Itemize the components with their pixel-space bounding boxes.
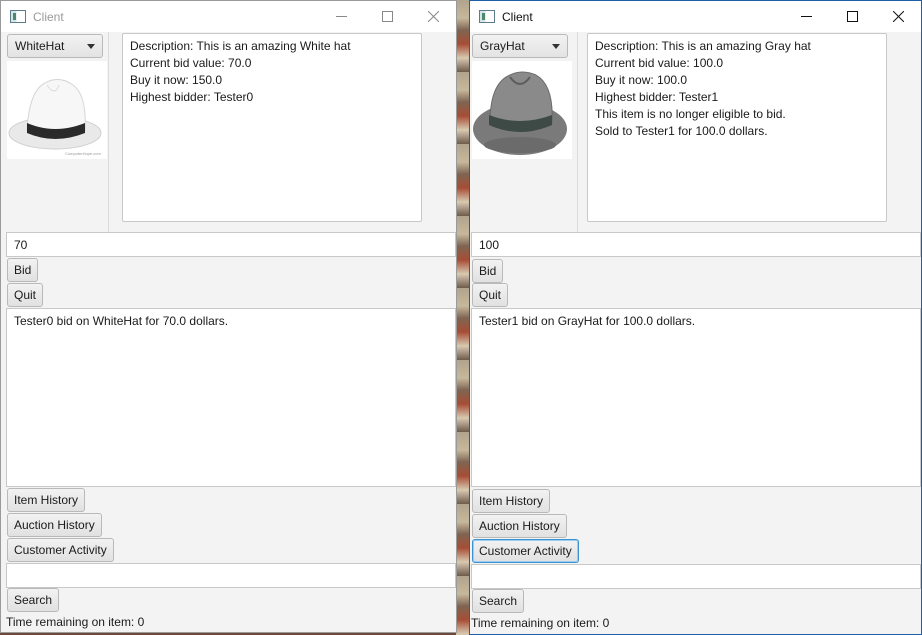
description-line: Description: This is an amazing White ha… <box>130 39 351 53</box>
close-icon <box>427 11 439 22</box>
description-area[interactable]: Description: This is an amazing Gray hat… <box>587 33 887 222</box>
window-title: Client <box>33 9 64 24</box>
customer-activity-button[interactable]: Customer Activity <box>472 539 579 563</box>
minimize-icon <box>800 16 812 17</box>
desktop-background <box>456 0 470 635</box>
maximize-icon <box>381 11 393 22</box>
bid-button[interactable]: Bid <box>7 258 39 282</box>
sold-line: Sold to Tester1 for 100.0 dollars. <box>595 124 768 138</box>
highest-bidder-line: Highest bidder: Tester0 <box>130 90 254 104</box>
description-area[interactable]: Description: This is an amazing White ha… <box>122 33 422 222</box>
maximize-button[interactable] <box>364 1 410 32</box>
description-line: Description: This is an amazing Gray hat <box>595 39 811 53</box>
search-input[interactable] <box>471 564 921 589</box>
item-select-value: WhiteHat <box>15 39 65 53</box>
minimize-icon <box>335 16 347 17</box>
chevron-down-icon <box>552 44 560 49</box>
client-window-left: Client WhiteHat ComputerHope.com Descrip… <box>0 0 457 633</box>
item-select-value: GrayHat <box>480 39 525 53</box>
white-hat-image: ComputerHope.com <box>7 61 107 159</box>
client-window-right: Client GrayHat Description: This is an a… <box>469 0 922 635</box>
search-button[interactable]: Search <box>472 589 525 613</box>
quit-button[interactable]: Quit <box>472 283 509 307</box>
title-bar[interactable]: Client <box>1 1 456 32</box>
eligibility-line: This item is no longer eligible to bid. <box>595 107 786 121</box>
buy-now-line: Buy it now: 100.0 <box>595 73 688 87</box>
minimize-button[interactable] <box>783 1 829 32</box>
auction-history-button[interactable]: Auction History <box>7 513 102 537</box>
time-remaining-label: Time remaining on item: 0 <box>471 616 610 630</box>
quit-button[interactable]: Quit <box>7 283 44 307</box>
bid-amount-input[interactable]: 100 <box>471 232 921 257</box>
gray-hat-image <box>472 61 572 159</box>
auction-history-button[interactable]: Auction History <box>472 514 567 538</box>
close-icon <box>892 11 904 22</box>
close-button[interactable] <box>875 1 921 32</box>
bid-log-area[interactable]: Tester0 bid on WhiteHat for 70.0 dollars… <box>6 308 456 487</box>
search-button[interactable]: Search <box>7 588 60 612</box>
chevron-down-icon <box>87 44 95 49</box>
customer-activity-button[interactable]: Customer Activity <box>7 538 114 562</box>
bid-amount-input[interactable]: 70 <box>6 232 456 257</box>
svg-text:ComputerHope.com: ComputerHope.com <box>65 151 101 156</box>
bid-button[interactable]: Bid <box>472 259 504 283</box>
bid-log-area[interactable]: Tester1 bid on GrayHat for 100.0 dollars… <box>471 308 921 487</box>
item-select[interactable]: GrayHat <box>472 34 568 58</box>
highest-bidder-line: Highest bidder: Tester1 <box>595 90 719 104</box>
item-history-button[interactable]: Item History <box>7 488 86 512</box>
buy-now-line: Buy it now: 150.0 <box>130 73 223 87</box>
title-bar[interactable]: Client <box>470 1 921 32</box>
maximize-button[interactable] <box>829 1 875 32</box>
log-entry: Tester1 bid on GrayHat for 100.0 dollars… <box>479 314 696 328</box>
maximize-icon <box>846 11 858 22</box>
search-input[interactable] <box>6 563 456 588</box>
app-window-icon <box>10 10 26 23</box>
app-window-icon <box>479 10 495 23</box>
minimize-button[interactable] <box>318 1 364 32</box>
time-remaining-label: Time remaining on item: 0 <box>6 615 145 629</box>
item-select[interactable]: WhiteHat <box>7 34 103 58</box>
current-bid-line: Current bid value: 70.0 <box>130 56 252 70</box>
close-button[interactable] <box>410 1 456 32</box>
item-history-button[interactable]: Item History <box>472 489 551 513</box>
window-title: Client <box>502 9 533 24</box>
current-bid-line: Current bid value: 100.0 <box>595 56 724 70</box>
log-entry: Tester0 bid on WhiteHat for 70.0 dollars… <box>14 314 229 328</box>
